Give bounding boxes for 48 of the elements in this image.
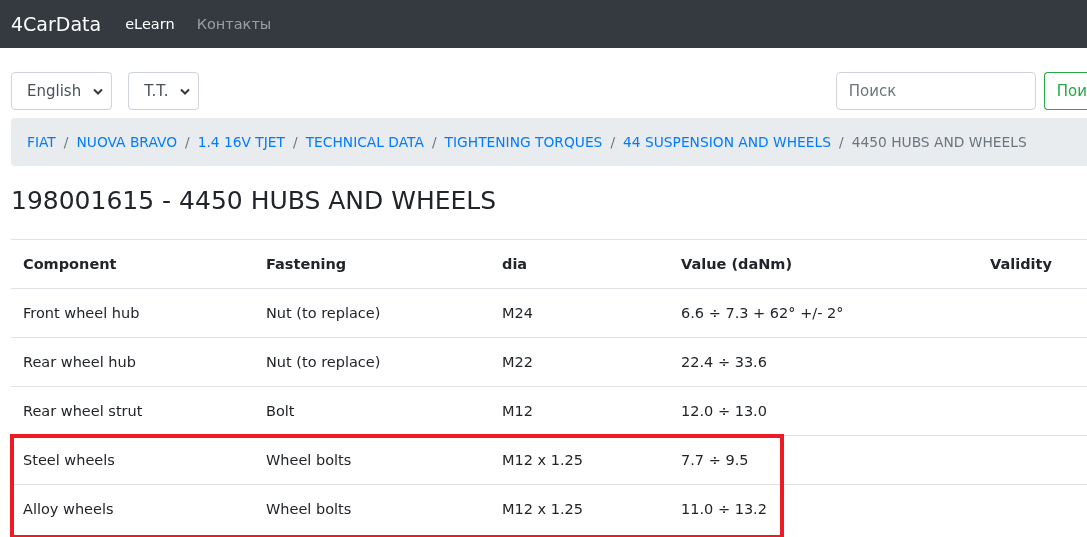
breadcrumb-link[interactable]: TIGHTENING TORQUES (444, 134, 603, 150)
breadcrumb-separator: / (838, 134, 845, 150)
breadcrumb-separator: / (184, 134, 191, 150)
table-cell-text: Rear wheel hub (22, 354, 137, 370)
dropdown-select[interactable]: English (11, 72, 113, 110)
breadcrumb-separator: / (430, 134, 438, 150)
table-cell-text: Alloy wheels (22, 501, 115, 517)
table-cell-text: Nut (to replace) (265, 305, 382, 321)
table-cell-text: Front wheel hub (22, 305, 141, 321)
dropdown-select[interactable]: T.T. (128, 72, 200, 110)
column-header: dia (501, 256, 529, 272)
table-cell-text: M12 x 1.25 (501, 501, 585, 517)
column-header: Validity (989, 256, 1053, 272)
page-heading: 198001615 - 4450 HUBS AND WHEELS (11, 186, 498, 217)
search-field[interactable]: Поиск (835, 72, 1036, 110)
table-cell-text: Steel wheels (22, 452, 116, 468)
table-cell-text: 11.0 ÷ 13.2 (680, 501, 768, 517)
table-cell-text: 22.4 ÷ 33.6 (680, 354, 768, 370)
column-header: Fastening (265, 256, 348, 272)
breadcrumb-link[interactable]: NUOVA BRAVO (76, 134, 177, 150)
table-cell-text: M12 x 1.25 (501, 452, 585, 468)
table-cell-text: M22 (501, 354, 534, 370)
table-cell-text: 12.0 ÷ 13.0 (680, 403, 768, 419)
breadcrumb-separator: / (609, 134, 617, 150)
nav-link[interactable]: eLearn (125, 16, 175, 32)
search-button[interactable]: Пои (1043, 72, 1087, 110)
breadcrumb-current[interactable]: 4450 HUBS AND WHEELS (851, 134, 1027, 150)
table-cell-text: M12 (501, 403, 534, 419)
brand-logo[interactable]: 4CarData (11, 13, 102, 35)
nav-link[interactable]: Контакты (196, 16, 272, 32)
table-cell-text: 7.7 ÷ 9.5 (680, 452, 750, 468)
table-cell-text: Rear wheel strut (22, 403, 144, 419)
column-header: Component (22, 256, 118, 272)
table-cell-text: M24 (501, 305, 534, 321)
breadcrumb-link[interactable]: FIAT (27, 134, 56, 150)
column-header: Value (daNm) (680, 256, 794, 272)
table-cell-text: Wheel bolts (265, 452, 353, 468)
caret-icon (93, 87, 104, 95)
table-cell-text: Bolt (265, 403, 296, 419)
breadcrumb-link[interactable]: TECHNICAL DATA (305, 134, 424, 150)
breadcrumb-link[interactable]: 1.4 16V TJET (197, 134, 285, 150)
breadcrumb-separator: / (292, 134, 299, 150)
table-cell-text: Nut (to replace) (265, 354, 382, 370)
table-cell-text: Wheel bolts (265, 501, 353, 517)
caret-icon (180, 87, 191, 95)
breadcrumb-separator: / (62, 134, 70, 150)
breadcrumb-link[interactable]: 44 SUSPENSION AND WHEELS (623, 134, 831, 150)
table-cell-text: 6.6 ÷ 7.3 + 62° +/- 2° (680, 305, 845, 321)
